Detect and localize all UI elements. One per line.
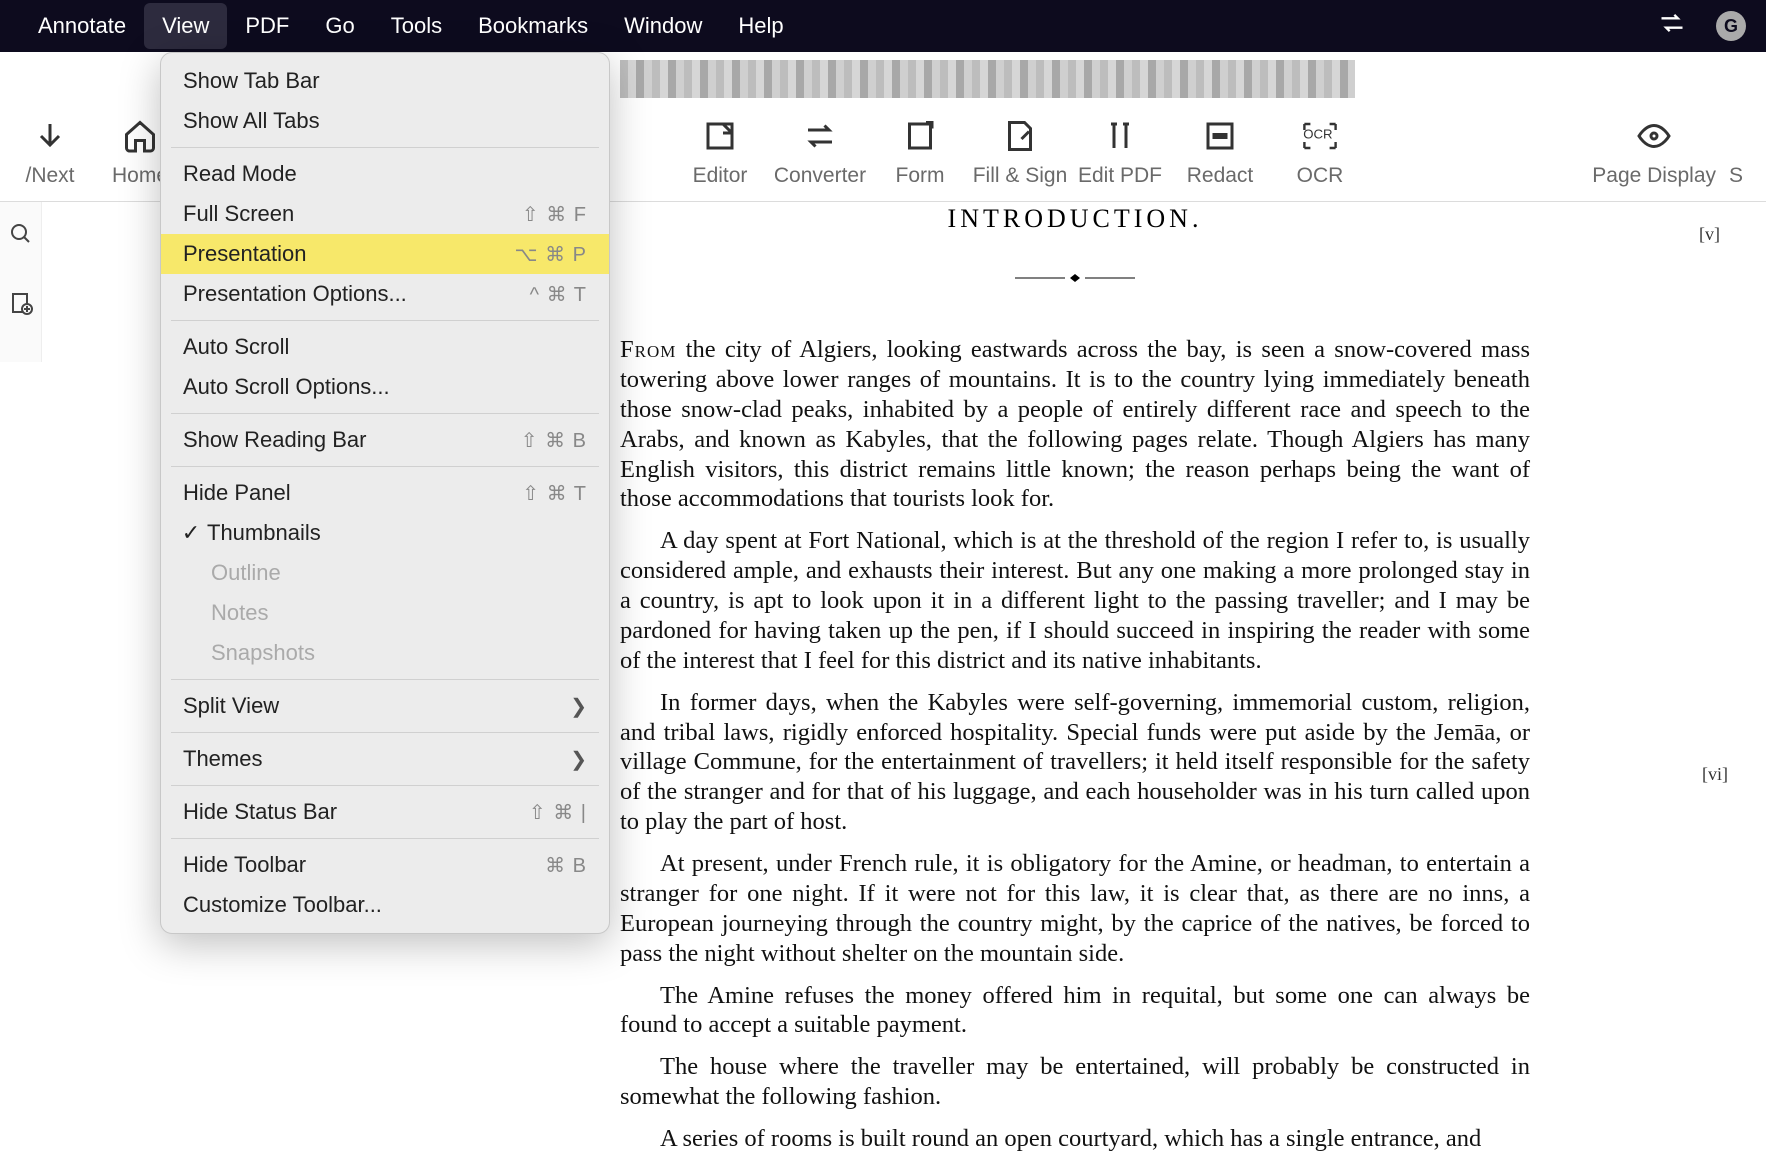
paragraph: The house where the traveller may be ent… [620, 1052, 1530, 1112]
menuitem-hide-toolbar[interactable]: Hide Toolbar⌘ B [161, 845, 609, 885]
menuitem-snapshots: Snapshots [161, 633, 609, 673]
menuitem-customize-toolbar[interactable]: Customize Toolbar... [161, 885, 609, 925]
menu-window[interactable]: Window [606, 3, 720, 49]
partial-label: S [1729, 164, 1743, 188]
edit-pdf-button[interactable]: Edit PDF [1070, 116, 1170, 188]
document-page: [v] [vi] INTRODUCTION. From the city of … [620, 204, 1730, 1166]
search-icon[interactable] [9, 222, 33, 251]
menuitem-presentation-options[interactable]: Presentation Options...^ ⌘ T [161, 274, 609, 314]
menuitem-split-view[interactable]: Split View❯ [161, 686, 609, 726]
editor-label: Editor [693, 164, 748, 188]
menu-bookmarks[interactable]: Bookmarks [460, 3, 606, 49]
menu-separator [171, 785, 599, 786]
form-button[interactable]: Form [870, 116, 970, 188]
paragraph: A day spent at Fort National, which is a… [620, 526, 1530, 675]
check-icon: ✓ [179, 520, 203, 546]
redact-icon [1200, 116, 1240, 156]
menu-annotate[interactable]: Annotate [20, 3, 144, 49]
menuitem-presentation[interactable]: Presentation⌥ ⌘ P [161, 234, 609, 274]
menuitem-auto-scroll-options[interactable]: Auto Scroll Options... [161, 367, 609, 407]
converter-button[interactable]: Converter [770, 116, 870, 188]
menu-tools[interactable]: Tools [373, 3, 460, 49]
ocr-button[interactable]: OCR OCR [1270, 116, 1370, 188]
svg-text:OCR: OCR [1303, 126, 1332, 141]
form-icon [900, 116, 940, 156]
converter-icon [800, 116, 840, 156]
page-display-button[interactable]: Page Display [1592, 116, 1716, 188]
menuitem-hide-status-bar[interactable]: Hide Status Bar⇧ ⌘ | [161, 792, 609, 832]
menu-separator [171, 413, 599, 414]
paragraph: The Amine refuses the money offered him … [620, 981, 1530, 1041]
redact-label: Redact [1187, 164, 1254, 188]
menuitem-notes: Notes [161, 593, 609, 633]
left-rail [0, 202, 42, 362]
arrow-down-icon [30, 116, 70, 156]
menu-go[interactable]: Go [307, 3, 372, 49]
ornament-icon [620, 270, 1530, 291]
paragraph: At present, under French rule, it is obl… [620, 849, 1530, 969]
view-menu-dropdown: Show Tab Bar Show All Tabs Read Mode Ful… [160, 52, 610, 934]
menuitem-show-reading-bar[interactable]: Show Reading Bar⇧ ⌘ B [161, 420, 609, 460]
redact-button[interactable]: Redact [1170, 116, 1270, 188]
fill-sign-icon [1000, 116, 1040, 156]
edit-pdf-label: Edit PDF [1078, 164, 1162, 188]
page-mark-vi: [vi] [1702, 764, 1728, 785]
menu-separator [171, 466, 599, 467]
editor-icon [700, 116, 740, 156]
menuitem-themes[interactable]: Themes❯ [161, 739, 609, 779]
menu-help[interactable]: Help [720, 3, 801, 49]
edit-pdf-icon [1100, 116, 1140, 156]
prev-next-button[interactable]: /Next [10, 116, 90, 188]
converter-label: Converter [774, 164, 866, 188]
fill-sign-label: Fill & Sign [973, 164, 1068, 188]
menuitem-show-tab-bar[interactable]: Show Tab Bar [161, 61, 609, 101]
menu-separator [171, 838, 599, 839]
sync-icon[interactable] [1658, 9, 1686, 43]
menu-pdf[interactable]: PDF [227, 3, 307, 49]
menu-view[interactable]: View [144, 3, 227, 49]
paragraph: From the city of Algiers, looking eastwa… [620, 335, 1530, 514]
paragraph: In former days, when the Kabyles were se… [620, 688, 1530, 837]
add-page-icon[interactable] [9, 291, 33, 320]
grammarly-icon[interactable]: G [1716, 11, 1746, 41]
partial-icon [1716, 116, 1756, 156]
home-icon [120, 116, 160, 156]
menuitem-read-mode[interactable]: Read Mode [161, 154, 609, 194]
menuitem-full-screen[interactable]: Full Screen⇧ ⌘ F [161, 194, 609, 234]
menuitem-outline: Outline [161, 553, 609, 593]
menu-separator [171, 320, 599, 321]
editor-button[interactable]: Editor [670, 116, 770, 188]
eye-icon [1634, 116, 1674, 156]
fill-sign-button[interactable]: Fill & Sign [970, 116, 1070, 188]
page-mark-v: [v] [1699, 224, 1720, 245]
page-display-label: Page Display [1592, 164, 1716, 188]
form-label: Form [896, 164, 945, 188]
paragraph: A series of rooms is built round an open… [620, 1124, 1530, 1154]
menuitem-show-all-tabs[interactable]: Show All Tabs [161, 101, 609, 141]
menubar: Annotate View PDF Go Tools Bookmarks Win… [0, 0, 1766, 52]
menuitem-hide-panel[interactable]: Hide Panel⇧ ⌘ T [161, 473, 609, 513]
document-title: INTRODUCTION. [620, 204, 1530, 234]
tab-title-obscured [620, 60, 1355, 98]
toolbar-right-partial[interactable]: S [1716, 116, 1756, 188]
menuitem-auto-scroll[interactable]: Auto Scroll [161, 327, 609, 367]
ocr-label: OCR [1297, 164, 1344, 188]
menu-separator [171, 147, 599, 148]
prev-next-label: /Next [25, 164, 74, 188]
chevron-right-icon: ❯ [570, 747, 587, 772]
lead-word: From [620, 336, 676, 363]
menu-separator [171, 732, 599, 733]
ocr-icon: OCR [1300, 116, 1340, 156]
chevron-right-icon: ❯ [570, 694, 587, 719]
menu-separator [171, 679, 599, 680]
menuitem-thumbnails[interactable]: ✓Thumbnails [161, 513, 609, 553]
